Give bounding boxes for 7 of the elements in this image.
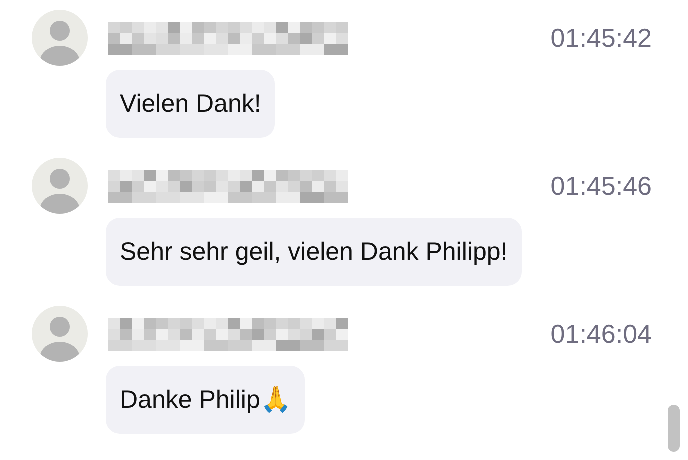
message-bubble: Danke Philip🙏	[106, 366, 306, 434]
message-time: 01:45:46	[550, 171, 652, 202]
message-time: 01:45:42	[550, 23, 652, 54]
message-bubble: Vielen Dank!	[106, 70, 276, 138]
scrollbar-thumb[interactable]	[668, 405, 680, 452]
message-time: 01:46:04	[550, 319, 652, 350]
message-bubble: Sehr sehr geil, vielen Dank Philipp!	[106, 218, 522, 286]
